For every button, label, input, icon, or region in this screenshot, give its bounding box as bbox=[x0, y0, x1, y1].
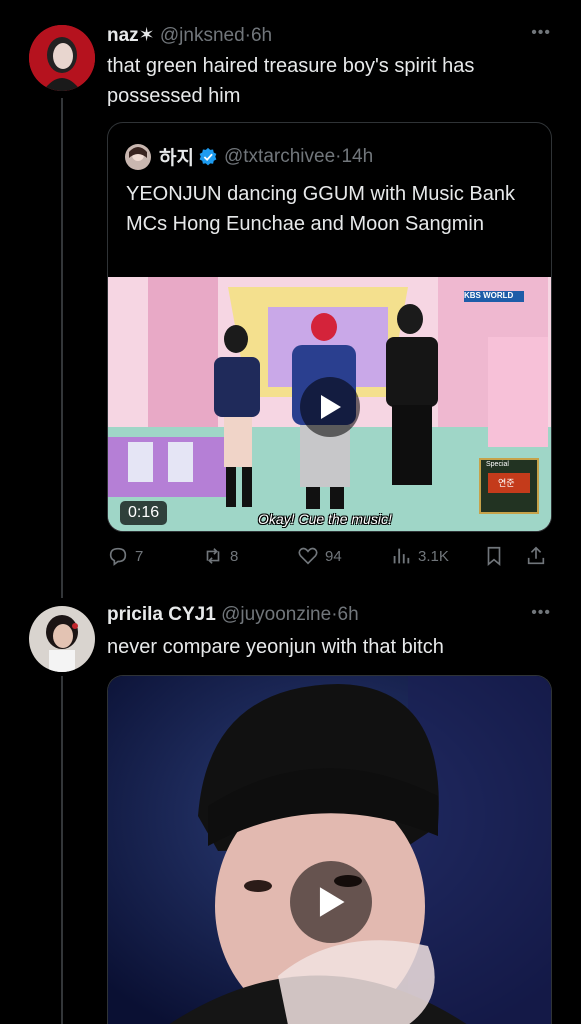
share-button[interactable] bbox=[525, 545, 547, 567]
bookmark-button[interactable] bbox=[483, 545, 505, 567]
quote-header: 하지 @txtarchivee · 14h bbox=[125, 143, 373, 170]
play-button[interactable] bbox=[290, 861, 372, 943]
video-player[interactable] bbox=[107, 675, 552, 1024]
video-player[interactable]: KBS WORLD Special 연준 Okay! Cue the music… bbox=[108, 277, 551, 531]
repost-icon bbox=[206, 548, 220, 564]
avatar[interactable] bbox=[29, 25, 95, 91]
quote-text: YEONJUN dancing GGUM with Music Bank MCs… bbox=[126, 183, 516, 235]
thread-line-1 bbox=[61, 98, 63, 598]
reply-icon bbox=[109, 547, 127, 566]
kbs-watermark: KBS WORLD bbox=[464, 291, 514, 300]
video-subtitle: Okay! Cue the music! bbox=[258, 511, 392, 527]
more-icon[interactable]: ••• bbox=[531, 24, 551, 42]
timestamp[interactable]: 6h bbox=[338, 604, 359, 625]
repost-button[interactable]: 8 bbox=[202, 545, 238, 567]
tweet-text: never compare yeonjun with that bitch bbox=[107, 636, 444, 658]
like-count: 94 bbox=[325, 547, 342, 565]
quote-avatar[interactable] bbox=[125, 143, 151, 170]
tweet-header: naz✶ @jnksned·6h bbox=[107, 24, 272, 47]
video-thumbnail bbox=[108, 676, 551, 1024]
play-button[interactable] bbox=[300, 377, 360, 437]
views-button[interactable]: 3.1K bbox=[390, 545, 449, 567]
thread-line-2 bbox=[61, 676, 63, 1024]
bookmark-icon bbox=[487, 546, 501, 567]
share-icon bbox=[527, 546, 545, 565]
play-icon bbox=[319, 887, 345, 917]
verified-icon bbox=[198, 147, 218, 167]
play-icon bbox=[321, 395, 341, 419]
quoted-tweet[interactable]: 하지 @txtarchivee · 14h YEONJUN dancing GGUM… bbox=[107, 122, 552, 532]
repost-count: 8 bbox=[230, 547, 239, 565]
tweet-header: pricila CYJ1 @juyoonzine·6h bbox=[107, 604, 359, 626]
special-badge-name: 연준 bbox=[498, 478, 515, 488]
like-button[interactable]: 94 bbox=[297, 545, 342, 567]
like-icon bbox=[298, 547, 318, 565]
handle[interactable]: @jnksned bbox=[160, 25, 245, 46]
views-count: 3.1K bbox=[418, 547, 449, 565]
reply-button[interactable]: 7 bbox=[107, 545, 143, 567]
display-name[interactable]: naz✶ bbox=[107, 25, 155, 46]
quote-timestamp[interactable]: 14h bbox=[341, 146, 373, 168]
timestamp[interactable]: 6h bbox=[251, 25, 272, 46]
handle[interactable]: @juyoonzine bbox=[221, 604, 331, 625]
video-duration: 0:16 bbox=[120, 501, 168, 525]
action-bar: 7 8 94 3.1K bbox=[107, 545, 552, 573]
views-icon bbox=[393, 548, 410, 564]
quote-display-name[interactable]: 하지 bbox=[159, 143, 194, 170]
quote-handle[interactable]: @txtarchivee bbox=[224, 146, 335, 168]
avatar[interactable] bbox=[29, 606, 95, 672]
display-name[interactable]: pricila CYJ1 bbox=[107, 604, 216, 625]
special-badge: Special bbox=[486, 461, 509, 468]
reply-count: 7 bbox=[135, 547, 144, 565]
tweet-text: that green haired treasure boy's spirit … bbox=[107, 55, 475, 107]
more-icon[interactable]: ••• bbox=[531, 604, 551, 622]
